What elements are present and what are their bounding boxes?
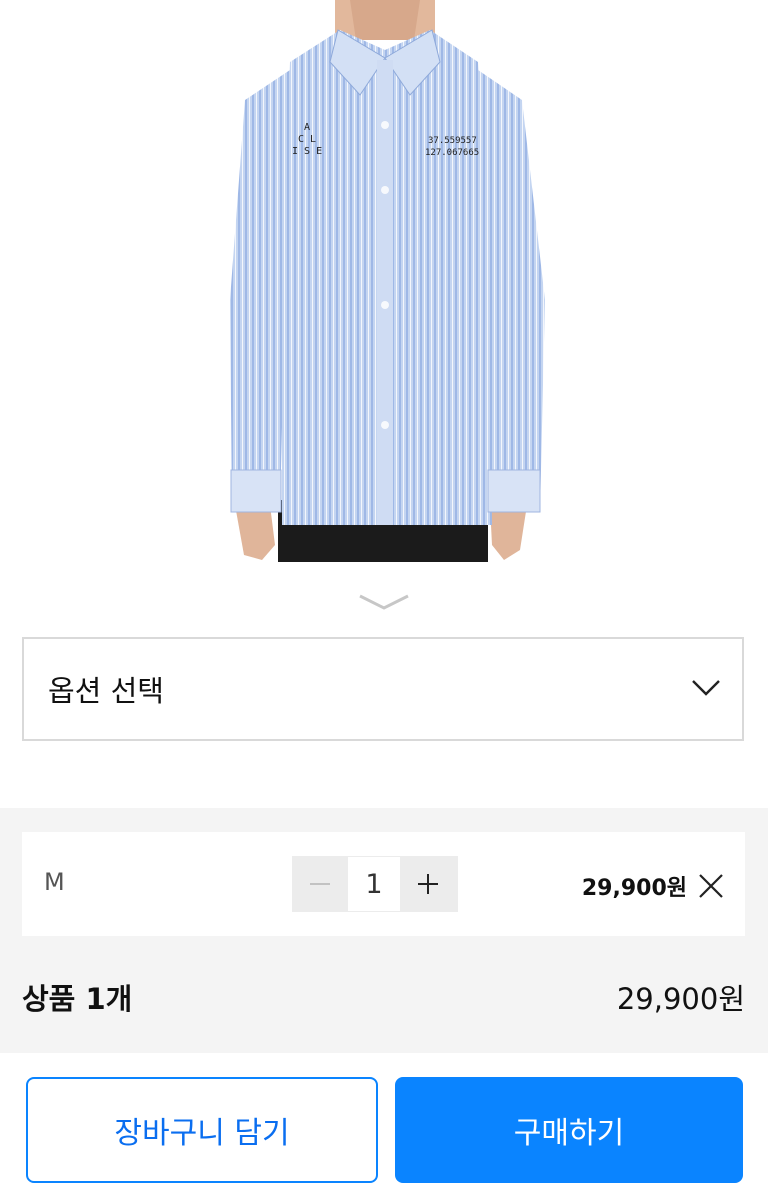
plus-icon [418, 874, 438, 894]
close-icon[interactable] [697, 872, 725, 900]
order-summary: M 1 29,900원 상품 1개 29,900원 [0, 808, 768, 1053]
chevron-down-icon [359, 594, 409, 610]
increase-quantity-button[interactable] [400, 856, 456, 912]
embroidery-text-left-1: A [304, 122, 310, 133]
option-select-label: 옵션 선택 [48, 674, 164, 708]
embroidery-text-right-1: 37.559557 [428, 136, 477, 146]
collapse-handle[interactable] [354, 590, 414, 614]
quantity-value[interactable]: 1 [348, 857, 400, 911]
total-price: 29,900원 [616, 982, 745, 1016]
item-price: 29,900원 [581, 876, 687, 901]
embroidery-text-right-2: 127.067665 [425, 148, 479, 158]
buy-now-button[interactable]: 구매하기 [395, 1077, 743, 1183]
quantity-stepper: 1 [292, 856, 458, 912]
selected-item-row: M 1 29,900원 [22, 832, 745, 936]
minus-icon [310, 883, 330, 885]
total-count-label: 상품 1개 [22, 982, 133, 1016]
decrease-quantity-button[interactable] [292, 856, 348, 912]
product-photo: A C L I S E 37.559557 127.067665 [0, 0, 768, 562]
add-to-cart-button[interactable]: 장바구니 담기 [26, 1077, 378, 1183]
embroidery-text-left-2: C L [298, 134, 316, 145]
option-select[interactable]: 옵션 선택 [22, 637, 744, 741]
embroidery-text-left-3: I S E [292, 146, 322, 157]
chevron-down-icon [692, 680, 720, 696]
selected-option-label: M [44, 868, 65, 896]
